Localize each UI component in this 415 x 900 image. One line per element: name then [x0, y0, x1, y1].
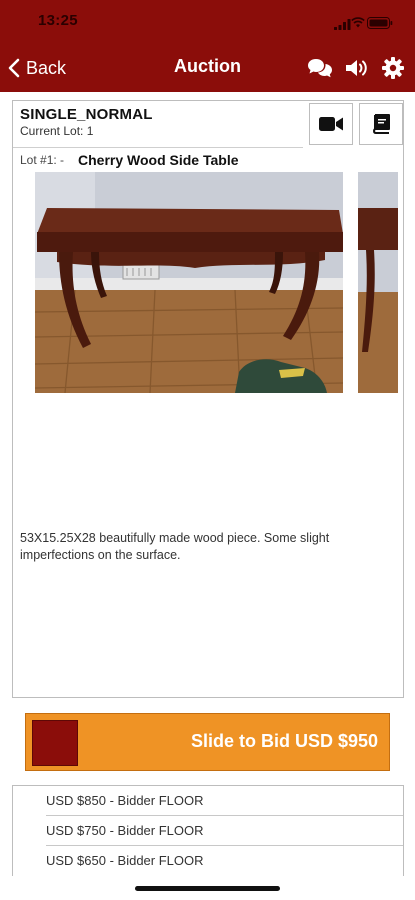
signal-icon	[334, 17, 351, 35]
home-indicator[interactable]	[135, 886, 280, 891]
list-item: USD $750 - Bidder FLOOR	[13, 816, 403, 846]
slider-thumb[interactable]	[32, 720, 78, 766]
auction-screen: 13:25 Back Auction SINGLE_NORMAL Current…	[0, 0, 415, 900]
video-button[interactable]	[309, 103, 353, 145]
wifi-icon	[351, 15, 365, 33]
bid-text: USD $750 - Bidder FLOOR	[46, 823, 204, 838]
list-item: USD $850 - Bidder FLOOR	[13, 786, 403, 816]
lot-number: Lot #1: -	[20, 153, 65, 167]
settings-button[interactable]	[379, 54, 407, 82]
battery-icon	[367, 16, 393, 34]
status-time: 13:25	[38, 12, 78, 29]
lot-panel: SINGLE_NORMAL Current Lot: 1 Lot #1: - C…	[12, 100, 404, 698]
video-camera-icon	[319, 117, 343, 131]
list-item: USD $650 - Bidder FLOOR	[13, 846, 403, 876]
sound-button[interactable]	[343, 54, 371, 82]
status-bar: 13:25	[0, 0, 415, 44]
current-lot-label: Current Lot: 1	[20, 124, 94, 138]
app-header: 13:25 Back Auction	[0, 0, 415, 92]
bid-text: USD $850 - Bidder FLOOR	[46, 793, 204, 808]
slide-to-bid-label: Slide to Bid USD $950	[190, 731, 378, 751]
lot-title: Cherry Wood Side Table	[78, 152, 239, 168]
divider	[13, 147, 303, 148]
next-lot-photo[interactable]	[358, 172, 398, 393]
lot-photo[interactable]	[35, 172, 343, 393]
slide-to-bid-slider[interactable]: Slide to Bid USD $950	[25, 713, 390, 771]
catalog-book-icon	[373, 114, 390, 134]
nav-bar: Back Auction	[0, 46, 415, 90]
catalog-button[interactable]	[359, 103, 403, 145]
chat-bubbles-icon	[308, 59, 332, 78]
speaker-icon	[346, 60, 367, 76]
lot-description: 53X15.25X28 beautifully made wood piece.…	[20, 531, 330, 562]
chat-button[interactable]	[306, 54, 334, 82]
bid-history-list: USD $850 - Bidder FLOOR USD $750 - Bidde…	[12, 785, 404, 876]
sale-type-label: SINGLE_NORMAL	[20, 106, 153, 123]
bid-text: USD $650 - Bidder FLOOR	[46, 853, 204, 868]
gear-icon	[382, 57, 404, 79]
